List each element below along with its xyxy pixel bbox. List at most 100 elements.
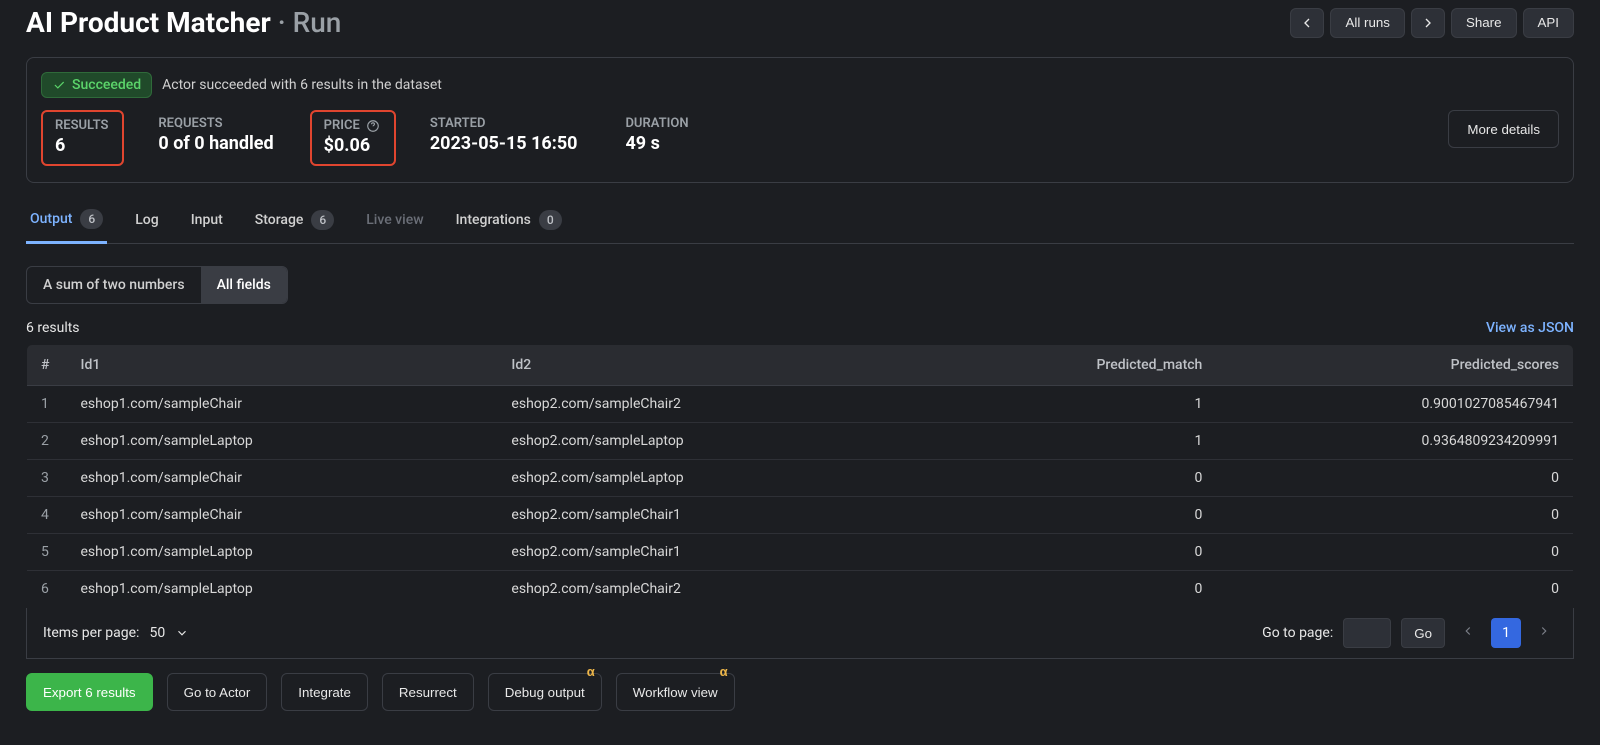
- cell-index: 1: [27, 386, 67, 423]
- table-row[interactable]: 4eshop1.com/sampleChaireshop2.com/sample…: [27, 497, 1574, 534]
- status-badge: Succeeded: [41, 72, 152, 98]
- cell-match: 0: [928, 534, 1216, 571]
- stat-duration-label: DURATION: [625, 116, 688, 131]
- page-title: AI Product Matcher · Run: [26, 6, 341, 39]
- tab-integrations[interactable]: Integrations 0: [452, 197, 566, 243]
- cell-id2: eshop2.com/sampleLaptop: [497, 460, 928, 497]
- cell-id2: eshop2.com/sampleChair1: [497, 534, 928, 571]
- view-as-json-link[interactable]: View as JSON: [1486, 320, 1574, 336]
- items-per-page-label: Items per page:: [43, 625, 139, 641]
- stat-started: STARTED 2023-05-15 16:50: [418, 110, 592, 162]
- stat-started-value: 2023-05-15 16:50: [430, 133, 578, 154]
- cell-id1: eshop1.com/sampleLaptop: [67, 534, 498, 571]
- stat-started-label: STARTED: [430, 116, 578, 131]
- cell-id2: eshop2.com/sampleChair1: [497, 497, 928, 534]
- workflow-view-button[interactable]: α Workflow view: [616, 673, 735, 711]
- stat-results[interactable]: RESULTS 6: [41, 110, 124, 166]
- cell-match: 0: [928, 497, 1216, 534]
- goto-page-input[interactable]: [1343, 618, 1391, 648]
- cell-id1: eshop1.com/sampleChair: [67, 460, 498, 497]
- page-current[interactable]: 1: [1491, 618, 1521, 648]
- seg-all-fields[interactable]: All fields: [201, 267, 287, 303]
- col-id1: Id1: [67, 345, 498, 386]
- stat-results-label: RESULTS: [55, 118, 108, 133]
- share-button[interactable]: Share: [1451, 8, 1517, 38]
- cell-index: 6: [27, 571, 67, 608]
- cell-id2: eshop2.com/sampleChair2: [497, 571, 928, 608]
- cell-index: 5: [27, 534, 67, 571]
- seg-sum[interactable]: A sum of two numbers: [27, 267, 201, 303]
- chevron-down-icon: [175, 626, 189, 640]
- tab-integrations-badge: 0: [539, 210, 562, 230]
- cell-score: 0: [1216, 497, 1573, 534]
- cell-score: 0.9364809234209991: [1216, 423, 1573, 460]
- tab-log[interactable]: Log: [131, 197, 162, 243]
- title-sub: · Run: [271, 6, 342, 39]
- help-icon: [366, 119, 380, 133]
- cell-id2: eshop2.com/sampleChair2: [497, 386, 928, 423]
- stat-price-value: $0.06: [324, 135, 380, 156]
- page-prev-button[interactable]: [1455, 624, 1481, 642]
- page-next-button[interactable]: [1531, 624, 1557, 642]
- table-row[interactable]: 5eshop1.com/sampleLaptopeshop2.com/sampl…: [27, 534, 1574, 571]
- table-row[interactable]: 3eshop1.com/sampleChaireshop2.com/sample…: [27, 460, 1574, 497]
- cell-score: 0: [1216, 534, 1573, 571]
- stat-requests-value: 0 of 0 handled: [158, 133, 273, 154]
- resurrect-button[interactable]: Resurrect: [382, 673, 474, 711]
- tab-storage[interactable]: Storage 6: [251, 197, 338, 243]
- go-to-actor-button[interactable]: Go to Actor: [167, 673, 268, 711]
- cell-match: 1: [928, 386, 1216, 423]
- table-row[interactable]: 2eshop1.com/sampleLaptopeshop2.com/sampl…: [27, 423, 1574, 460]
- check-icon: [52, 78, 66, 92]
- col-id2: Id2: [497, 345, 928, 386]
- title-main: AI Product Matcher: [26, 6, 271, 39]
- cell-id1: eshop1.com/sampleLaptop: [67, 571, 498, 608]
- cell-index: 2: [27, 423, 67, 460]
- results-table: # Id1 Id2 Predicted_match Predicted_scor…: [26, 344, 1574, 608]
- tab-output-badge: 6: [80, 209, 103, 229]
- cell-score: 0: [1216, 571, 1573, 608]
- all-runs-button[interactable]: All runs: [1330, 8, 1404, 38]
- tab-live-view[interactable]: Live view: [362, 197, 427, 243]
- prev-run-button[interactable]: [1290, 8, 1324, 38]
- cell-match: 1: [928, 423, 1216, 460]
- items-per-page-select[interactable]: 50: [149, 625, 189, 641]
- field-selector: A sum of two numbers All fields: [26, 266, 288, 304]
- tab-output[interactable]: Output 6: [26, 197, 107, 244]
- col-index: #: [27, 345, 67, 386]
- next-run-button[interactable]: [1411, 8, 1445, 38]
- results-count: 6 results: [26, 320, 80, 336]
- export-button[interactable]: Export 6 results: [26, 673, 153, 711]
- goto-page-button[interactable]: Go: [1401, 618, 1445, 648]
- tab-input[interactable]: Input: [187, 197, 227, 243]
- cell-score: 0: [1216, 460, 1573, 497]
- stat-price[interactable]: PRICE $0.06: [310, 110, 396, 166]
- debug-output-button[interactable]: α Debug output: [488, 673, 602, 711]
- cell-id1: eshop1.com/sampleLaptop: [67, 423, 498, 460]
- col-score: Predicted_scores: [1216, 345, 1573, 386]
- cell-id2: eshop2.com/sampleLaptop: [497, 423, 928, 460]
- cell-match: 0: [928, 460, 1216, 497]
- cell-id1: eshop1.com/sampleChair: [67, 386, 498, 423]
- col-match: Predicted_match: [928, 345, 1216, 386]
- stat-price-label: PRICE: [324, 118, 380, 133]
- alpha-badge: α: [587, 664, 595, 679]
- cell-index: 3: [27, 460, 67, 497]
- stat-requests[interactable]: REQUESTS 0 of 0 handled: [146, 110, 287, 162]
- integrate-button[interactable]: Integrate: [281, 673, 368, 711]
- alpha-badge: α: [720, 664, 728, 679]
- api-button[interactable]: API: [1523, 8, 1574, 38]
- arrow-right-icon: [1420, 15, 1436, 31]
- table-row[interactable]: 6eshop1.com/sampleLaptopeshop2.com/sampl…: [27, 571, 1574, 608]
- cell-index: 4: [27, 497, 67, 534]
- arrow-left-icon: [1299, 15, 1315, 31]
- goto-page-label: Go to page:: [1262, 625, 1333, 641]
- chevron-left-icon: [1461, 624, 1475, 638]
- stat-results-value: 6: [55, 135, 108, 156]
- stat-duration: DURATION 49 s: [613, 110, 702, 162]
- tabs: Output 6 Log Input Storage 6 Live view I…: [26, 197, 1574, 244]
- cell-match: 0: [928, 571, 1216, 608]
- table-row[interactable]: 1eshop1.com/sampleChaireshop2.com/sample…: [27, 386, 1574, 423]
- more-details-button[interactable]: More details: [1448, 110, 1559, 148]
- cell-id1: eshop1.com/sampleChair: [67, 497, 498, 534]
